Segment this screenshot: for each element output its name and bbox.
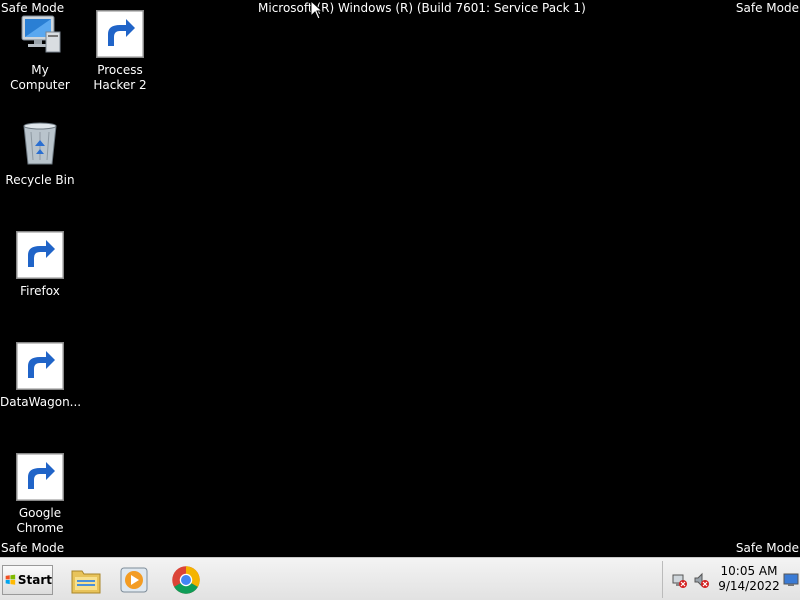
- shortcut-arrow-icon: [96, 10, 144, 58]
- process-hacker-icon: [96, 10, 144, 58]
- desktop-icon-my-computer[interactable]: My Computer: [0, 10, 80, 93]
- datawagon-icon: [16, 342, 64, 390]
- safe-mode-label-bottom-right: Safe Mode: [735, 541, 799, 555]
- desktop-icon-label: Google Chrome: [16, 506, 64, 535]
- taskbar: Start 10:05 AM 9/14/2022: [0, 557, 800, 600]
- firefox-icon: [16, 231, 64, 279]
- desktop-icon-label: Process Hacker 2: [93, 63, 147, 92]
- desktop-icon-datawagon[interactable]: DataWagon...: [0, 342, 82, 410]
- desktop-icon-label: DataWagon...: [0, 395, 82, 409]
- chrome-icon: [16, 453, 64, 501]
- windows-logo-icon: [5, 574, 16, 585]
- folder-icon: [71, 570, 101, 594]
- system-tray: 10:05 AM 9/14/2022: [662, 561, 799, 598]
- mouse-cursor-icon: [310, 0, 324, 20]
- taskbar-google-chrome[interactable]: [166, 562, 206, 598]
- safe-mode-label-top-right: Safe Mode: [735, 1, 799, 15]
- desktop-icon-process-hacker[interactable]: Process Hacker 2: [80, 10, 160, 93]
- start-button[interactable]: Start: [2, 565, 53, 595]
- build-info-label: Microsoft (R) Windows (R) (Build 7601: S…: [258, 1, 586, 15]
- volume-muted-icon[interactable]: [693, 572, 709, 588]
- taskbar-windows-media-player[interactable]: [114, 562, 154, 598]
- clock-date: 9/14/2022: [718, 579, 780, 593]
- desktop-icon-label: Recycle Bin: [5, 173, 75, 187]
- safe-mode-label-bottom-left: Safe Mode: [1, 541, 65, 555]
- clock-time: 10:05 AM: [720, 564, 778, 578]
- shortcut-arrow-icon: [16, 342, 64, 390]
- desktop-icon-label: Firefox: [20, 284, 60, 298]
- chrome-icon: [172, 566, 200, 594]
- desktop-icon-label: My Computer: [10, 63, 70, 92]
- computer-icon: [16, 10, 64, 58]
- show-desktop-icon[interactable]: [783, 572, 799, 588]
- recycle-bin-icon: [16, 120, 64, 168]
- shortcut-arrow-icon: [16, 231, 64, 279]
- start-button-label: Start: [17, 573, 52, 587]
- taskbar-clock[interactable]: 10:05 AM 9/14/2022: [717, 564, 781, 594]
- desktop-icon-google-chrome[interactable]: Google Chrome: [0, 453, 80, 536]
- media-player-icon: [120, 567, 148, 593]
- shortcut-arrow-icon: [16, 453, 64, 501]
- taskbar-windows-explorer[interactable]: [66, 562, 106, 598]
- network-disconnected-icon[interactable]: [671, 572, 687, 588]
- desktop-icon-firefox[interactable]: Firefox: [0, 231, 80, 299]
- desktop-icon-recycle-bin[interactable]: Recycle Bin: [0, 120, 80, 188]
